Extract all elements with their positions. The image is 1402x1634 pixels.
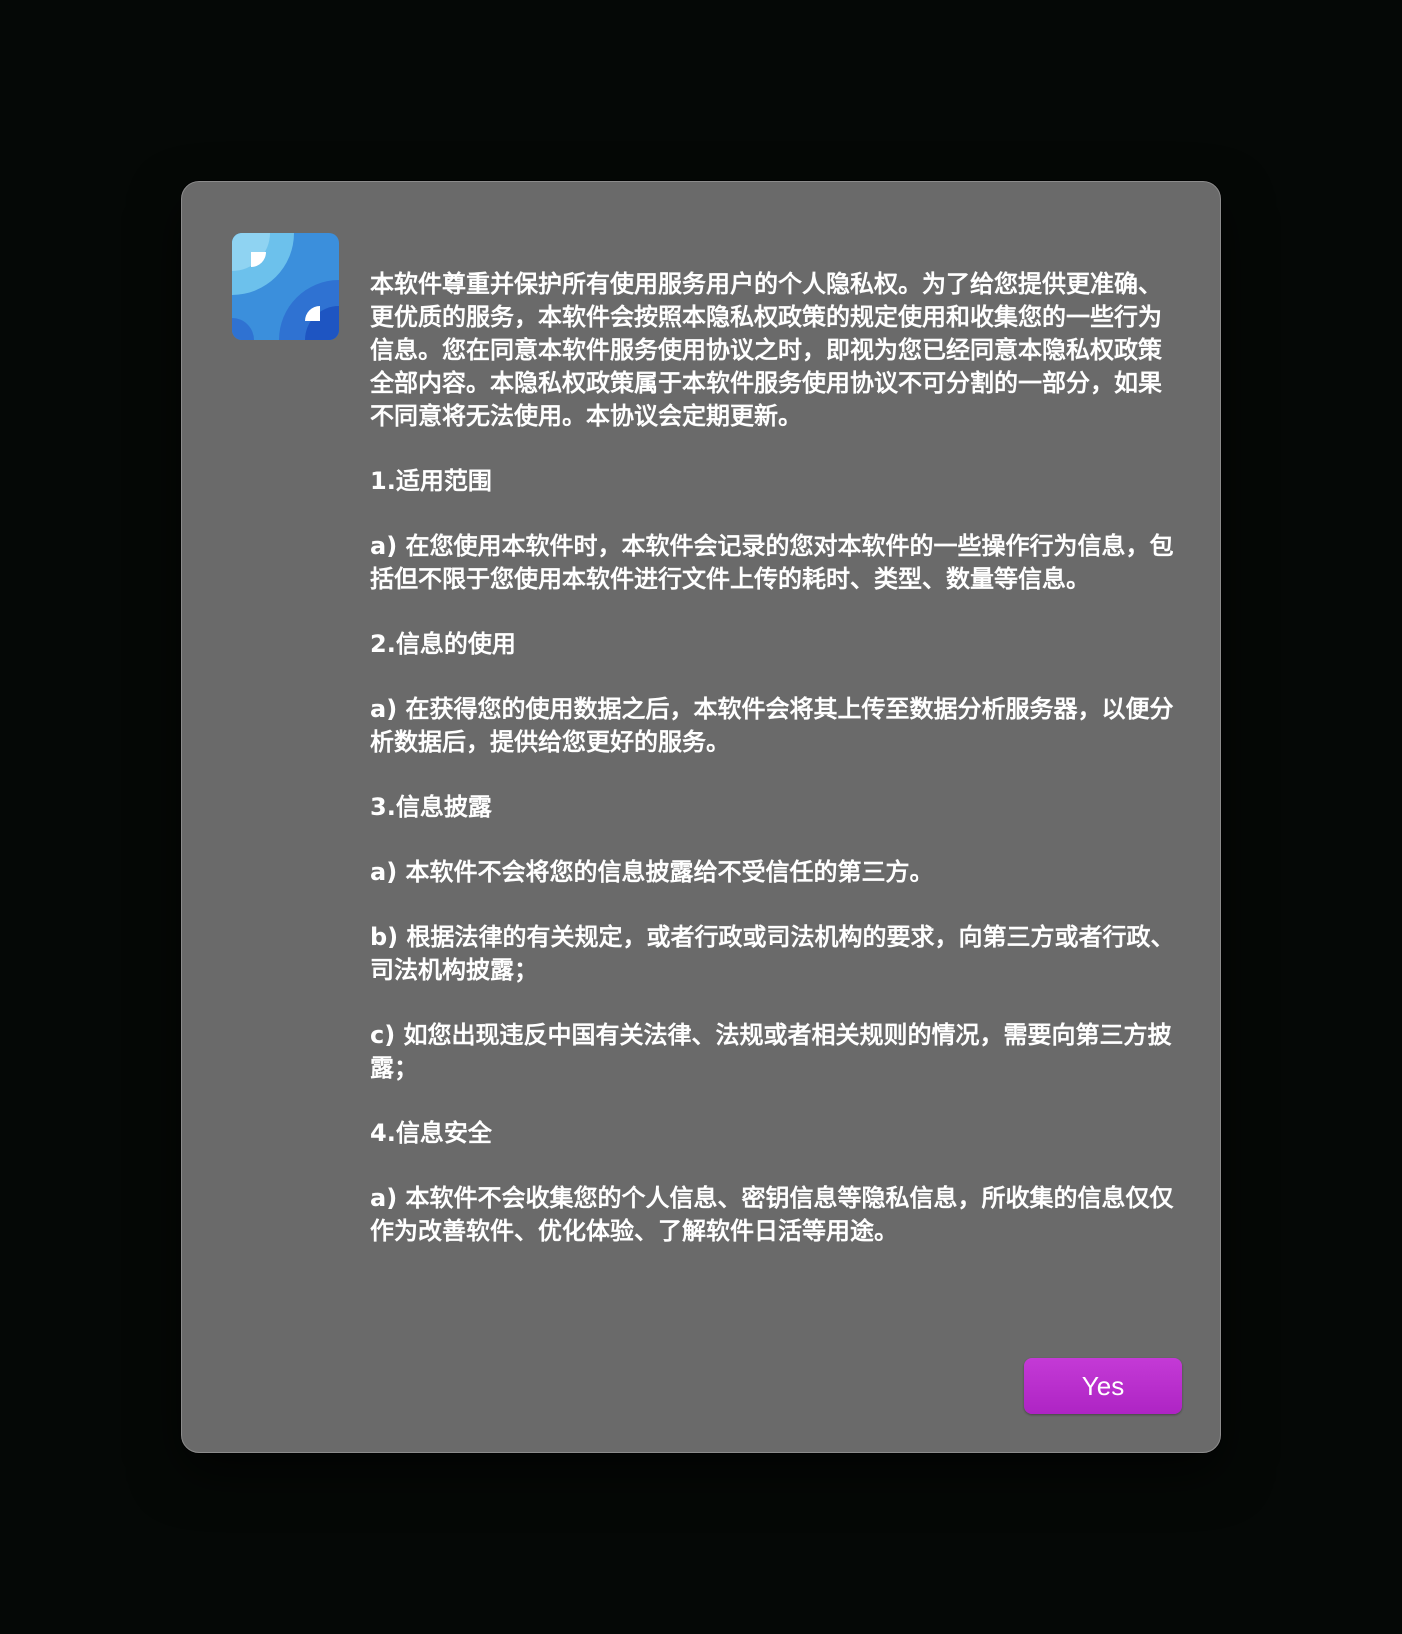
section-item: b) 根据法律的有关规定，或者行政或司法机构的要求，向第三方或者行政、司法机构披… xyxy=(370,923,1175,984)
section-heading: 4.信息安全 xyxy=(370,1119,492,1147)
intro-paragraph: 本软件尊重并保护所有使用服务用户的个人隐私权。为了给您提供更准确、更优质的服务，… xyxy=(370,270,1162,430)
section-heading: 3.信息披露 xyxy=(370,793,492,821)
section-item: a) 在获得您的使用数据之后，本软件会将其上传至数据分析服务器，以便分析数据后，… xyxy=(370,695,1174,756)
section-item: c) 如您出现违反中国有关法律、法规或者相关规则的情况，需要向第三方披露； xyxy=(370,1021,1172,1082)
section-item: a) 在您使用本软件时，本软件会记录的您对本软件的一些操作行为信息，包括但不限于… xyxy=(370,532,1174,593)
section-heading: 2.信息的使用 xyxy=(370,630,516,658)
section-item: a) 本软件不会收集您的个人信息、密钥信息等隐私信息，所收集的信息仅仅作为改善软… xyxy=(370,1184,1174,1245)
app-icon xyxy=(232,233,339,340)
privacy-message: 本软件尊重并保护所有使用服务用户的个人隐私权。为了给您提供更准确、更优质的服务，… xyxy=(370,268,1180,1248)
privacy-dialog: 本软件尊重并保护所有使用服务用户的个人隐私权。为了给您提供更准确、更优质的服务，… xyxy=(181,181,1221,1453)
section-item: a) 本软件不会将您的信息披露给不受信任的第三方。 xyxy=(370,858,934,886)
yes-button[interactable]: Yes xyxy=(1024,1358,1182,1414)
section-heading: 1.适用范围 xyxy=(370,467,492,495)
